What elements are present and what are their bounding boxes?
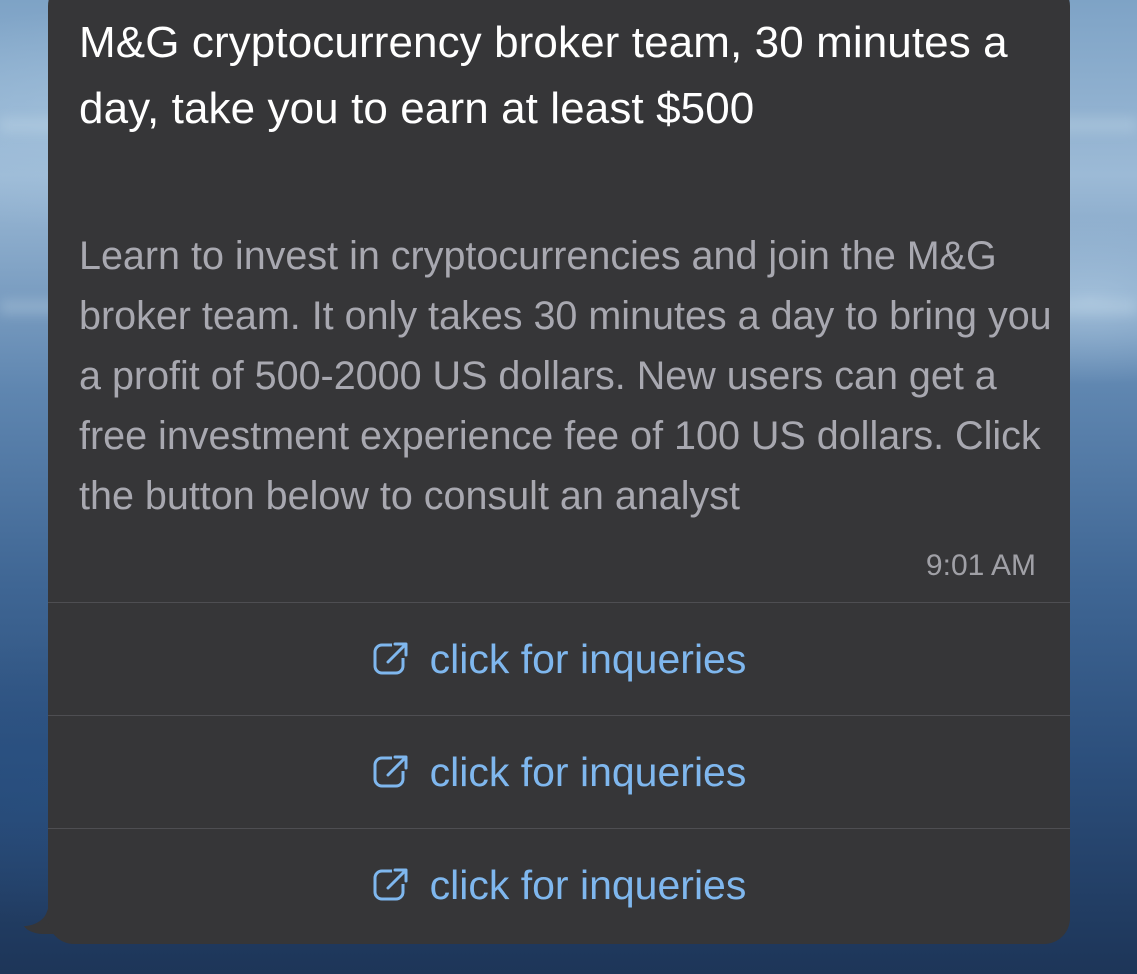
message-title: M&G cryptocurrency broker team, 30 minut… [79, 18, 1008, 133]
message-timestamp: 9:01 AM [925, 549, 1036, 582]
external-link-icon [372, 640, 410, 678]
inquiry-button-label: click for inqueries [429, 636, 747, 682]
inline-keyboard: click for inqueries click for inqueries [48, 602, 1070, 941]
inquiry-button-label: click for inqueries [429, 749, 747, 795]
inquiry-button-1[interactable]: click for inqueries [48, 602, 1070, 715]
inquiry-button-2[interactable]: click for inqueries [48, 715, 1070, 828]
inquiry-button-label: click for inqueries [429, 862, 747, 908]
message-body: Learn to invest in cryptocurrencies and … [79, 234, 1052, 518]
inquiry-button-3[interactable]: click for inqueries [48, 828, 1070, 941]
external-link-icon [372, 753, 410, 791]
message-bubble: M&G cryptocurrency broker team, 30 minut… [48, 0, 1070, 944]
external-link-icon [372, 866, 410, 904]
